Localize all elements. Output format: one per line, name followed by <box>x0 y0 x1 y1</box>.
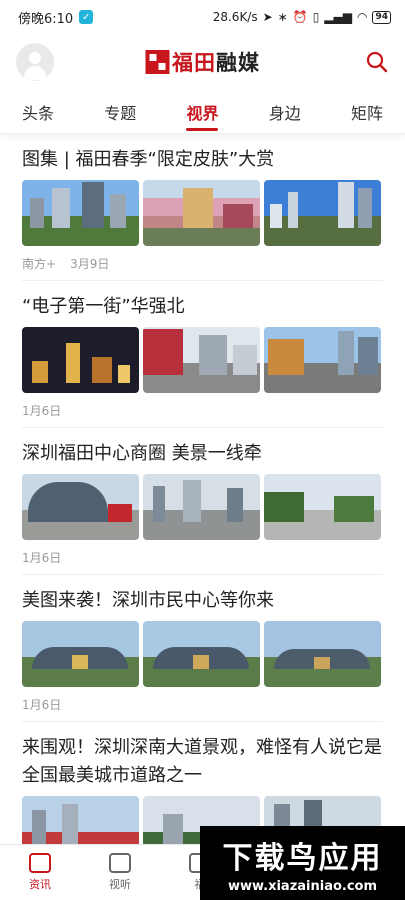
list-item[interactable]: 深圳福田中心商圈 美景一线牵 1月6日 <box>22 428 383 575</box>
avatar[interactable] <box>16 43 54 81</box>
article-date: 1月6日 <box>22 403 62 418</box>
watermark-title: 下载鸟应用 <box>222 840 383 876</box>
brand-logo: 福田融媒 <box>145 47 260 77</box>
bluetooth-icon: ∗ <box>277 10 288 24</box>
list-item[interactable]: “电子第一街”华强北 1月6日 <box>22 281 383 428</box>
list-item[interactable]: 图集 | 福田春季“限定皮肤”大赏 南方+ 3月9日 <box>22 134 383 281</box>
article-title: 深圳福田中心商圈 美景一线牵 <box>22 443 262 464</box>
app-header: 福田融媒 <box>0 34 405 90</box>
article-thumbnail <box>143 180 260 246</box>
article-feed: 图集 | 福田春季“限定皮肤”大赏 南方+ 3月9日 “电子第一街”华强北 1月… <box>0 134 405 862</box>
alarm-icon: ⏰ <box>292 10 308 24</box>
tab-matrix[interactable]: 矩阵 <box>347 92 387 132</box>
article-date: 1月6日 <box>22 550 62 565</box>
app-notification-icon: ✓ <box>79 10 94 24</box>
article-thumbnail <box>264 474 381 540</box>
tab-vision[interactable]: 视界 <box>182 92 222 132</box>
article-thumbnail <box>264 621 381 687</box>
tab-headlines[interactable]: 头条 <box>18 92 58 132</box>
nav-news-label: 资讯 <box>29 878 51 891</box>
article-thumbnail <box>143 327 260 393</box>
nav-news[interactable]: 资讯 <box>0 853 80 892</box>
article-title: “电子第一街”华强北 <box>22 296 185 317</box>
battery-indicator: 94 <box>372 10 391 24</box>
wifi-icon: ◠ <box>356 10 368 24</box>
video-icon <box>109 853 131 873</box>
article-date: 3月9日 <box>70 256 110 271</box>
article-thumbnail <box>22 621 139 687</box>
article-title: 来围观！深圳深南大道景观，难怪有人说它是全国最美城市道路之一 <box>22 737 382 786</box>
article-thumbnail <box>22 327 139 393</box>
article-thumbnail <box>143 621 260 687</box>
article-thumbnail <box>264 327 381 393</box>
nav-video[interactable]: 视听 <box>80 853 160 892</box>
article-title: 图集 | 福田春季“限定皮肤”大赏 <box>22 149 275 170</box>
article-source: 南方+ <box>22 256 57 271</box>
article-thumbnail <box>22 474 139 540</box>
signal-icon: ▂▄▆ <box>324 10 352 24</box>
watermark-url: www.xiazainiao.com <box>227 878 378 894</box>
brand-name: 福田融媒 <box>172 51 260 75</box>
article-date: 1月6日 <box>22 697 62 712</box>
location-icon: ➤ <box>262 10 273 24</box>
article-thumbnail <box>22 180 139 246</box>
nav-video-label: 视听 <box>109 878 131 891</box>
news-icon <box>29 853 51 873</box>
article-thumbnail <box>264 180 381 246</box>
list-item[interactable]: 美图来袭！深圳市民中心等你来 1月6日 <box>22 575 383 722</box>
watermark: 下载鸟应用 www.xiazainiao.com <box>200 826 405 900</box>
tab-nearby[interactable]: 身边 <box>265 92 305 132</box>
status-time: 傍晚6:10 <box>18 11 74 27</box>
vibrate-icon: ▯ <box>312 10 320 24</box>
network-speed: 28.6K/s <box>212 10 258 24</box>
article-thumbnail <box>143 474 260 540</box>
tab-topics[interactable]: 专题 <box>100 92 140 132</box>
category-tabs: 头条 专题 视界 身边 矩阵 <box>0 90 405 134</box>
article-title: 美图来袭！深圳市民中心等你来 <box>22 590 274 611</box>
search-icon[interactable] <box>365 50 389 74</box>
brand-emblem-icon <box>145 50 169 74</box>
status-bar: 傍晚6:10 ✓ 28.6K/s ➤ ∗ ⏰ ▯ ▂▄▆ ◠ 94 <box>0 0 405 34</box>
